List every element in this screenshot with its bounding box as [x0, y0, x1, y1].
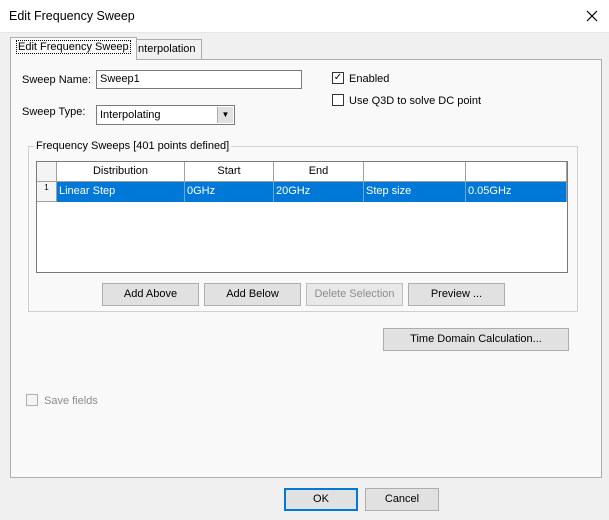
row-index[interactable]: 1 — [37, 182, 57, 202]
add-below-button[interactable]: Add Below — [204, 283, 301, 306]
time-domain-calculation-button[interactable]: Time Domain Calculation... — [383, 328, 569, 351]
sweep-type-value: Interpolating — [100, 109, 161, 121]
sweep-name-input[interactable]: Sweep1 — [96, 70, 302, 89]
table-cell-distribution[interactable]: Linear Step — [57, 182, 185, 202]
frequency-sweeps-group-label: Frequency Sweeps [401 points defined] — [34, 140, 232, 152]
tab-label: Interpolation — [135, 43, 196, 55]
tab-label: Edit Frequency Sweep — [16, 40, 131, 54]
table-cell-step-value[interactable]: 0.05GHz — [466, 182, 567, 202]
enabled-checkbox[interactable]: ✓ — [332, 72, 344, 84]
sweep-table[interactable]: Distribution Start End 1 Linear Step 0GH… — [36, 161, 568, 273]
column-header-start[interactable]: Start — [185, 162, 274, 182]
add-above-button[interactable]: Add Above — [102, 283, 199, 306]
sweep-name-label: Sweep Name: — [22, 74, 92, 86]
tab-interpolation[interactable]: Interpolation — [129, 39, 202, 59]
column-header-4[interactable] — [364, 162, 466, 182]
title-bar: Edit Frequency Sweep — [0, 0, 609, 33]
use-q3d-checkbox[interactable] — [332, 94, 344, 106]
delete-selection-button[interactable]: Delete Selection — [306, 283, 403, 306]
ok-button[interactable]: OK — [284, 488, 358, 511]
table-cell-step-type[interactable]: Step size — [364, 182, 466, 202]
chevron-down-icon[interactable]: ▼ — [217, 107, 233, 123]
column-header-end[interactable]: End — [274, 162, 364, 182]
enabled-label: Enabled — [349, 73, 390, 85]
column-header-distribution[interactable]: Distribution — [57, 162, 185, 182]
tab-edit-frequency-sweep[interactable]: Edit Frequency Sweep — [10, 37, 137, 60]
table-cell-end[interactable]: 20GHz — [274, 182, 364, 202]
sweep-type-label: Sweep Type: — [22, 106, 86, 118]
use-q3d-label: Use Q3D to solve DC point — [349, 95, 482, 107]
save-fields-checkbox[interactable] — [26, 394, 38, 406]
save-fields-label: Save fields — [44, 395, 98, 407]
window-title: Edit Frequency Sweep — [9, 9, 135, 23]
column-header-5[interactable] — [466, 162, 567, 182]
preview-button[interactable]: Preview ... — [408, 283, 505, 306]
close-icon[interactable] — [580, 4, 604, 28]
table-cell-start[interactable]: 0GHz — [185, 182, 274, 202]
cancel-button[interactable]: Cancel — [365, 488, 439, 511]
sweep-type-select[interactable]: Interpolating ▼ — [96, 105, 235, 125]
table-corner — [37, 162, 57, 182]
